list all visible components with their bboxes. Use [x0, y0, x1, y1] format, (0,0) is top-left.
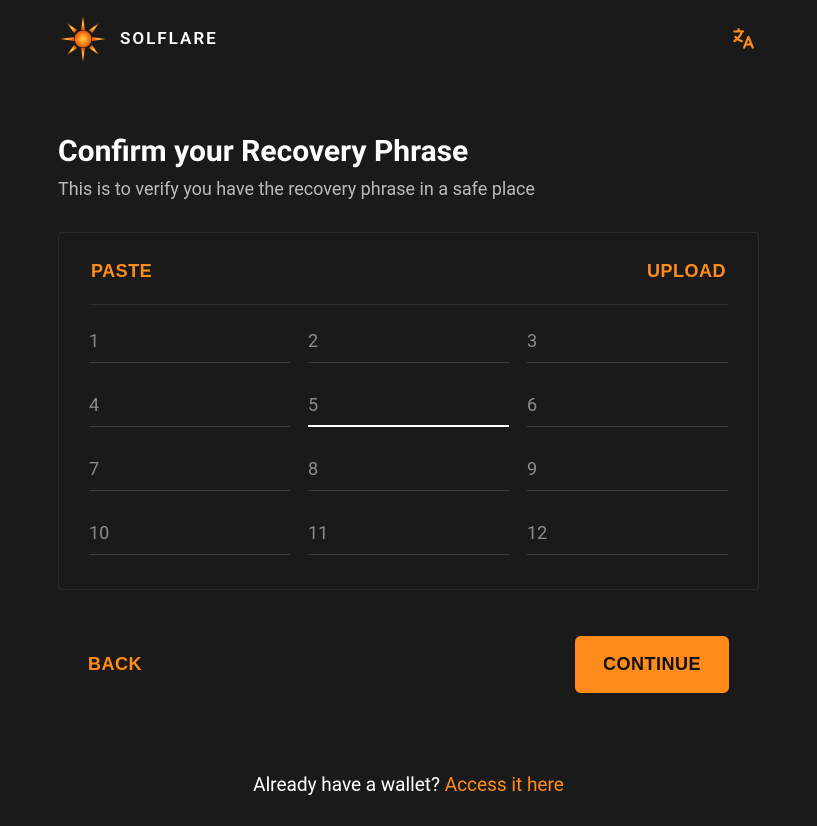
phrase-cell-9: 9 — [527, 455, 728, 491]
translate-icon — [730, 26, 756, 52]
app-header: SOLFLARE — [0, 0, 817, 62]
phrase-word-input-11[interactable] — [308, 519, 509, 554]
footer-prompt: Already have a wallet? — [253, 773, 445, 796]
phrase-cell-10: 10 — [89, 519, 290, 555]
phrase-cell-11: 11 — [308, 519, 509, 555]
phrase-word-input-9[interactable] — [527, 455, 728, 490]
phrase-word-input-10[interactable] — [89, 519, 290, 554]
access-wallet-link[interactable]: Access it here — [445, 773, 564, 796]
paste-button[interactable]: PASTE — [91, 261, 152, 282]
main-content: Confirm your Recovery Phrase This is to … — [0, 62, 817, 796]
solflare-logo-icon — [60, 16, 106, 62]
back-button[interactable]: BACK — [88, 654, 142, 675]
phrase-cell-6: 6 — [527, 391, 728, 427]
upload-button[interactable]: UPLOAD — [647, 261, 726, 282]
page-subtitle: This is to verify you have the recovery … — [58, 179, 759, 200]
phrase-word-input-6[interactable] — [527, 391, 728, 426]
phrase-cell-3: 3 — [527, 327, 728, 363]
phrase-cell-12: 12 — [527, 519, 728, 555]
phrase-word-input-5[interactable] — [308, 391, 509, 425]
card-actions: PASTE UPLOAD — [89, 261, 728, 305]
phrase-word-input-3[interactable] — [527, 327, 728, 362]
continue-button[interactable]: CONTINUE — [575, 636, 729, 693]
phrase-cell-8: 8 — [308, 455, 509, 491]
phrase-word-input-1[interactable] — [89, 327, 290, 362]
phrase-word-input-12[interactable] — [527, 519, 728, 554]
phrase-cell-2: 2 — [308, 327, 509, 363]
phrase-grid: 123456789101112 — [89, 327, 728, 555]
brand-logo[interactable]: SOLFLARE — [60, 16, 218, 62]
phrase-cell-1: 1 — [89, 327, 290, 363]
phrase-cell-4: 4 — [89, 391, 290, 427]
recovery-phrase-card: PASTE UPLOAD 123456789101112 — [58, 232, 759, 590]
footer-line: Already have a wallet? Access it here — [58, 773, 759, 796]
page-title: Confirm your Recovery Phrase — [58, 134, 759, 169]
phrase-word-input-2[interactable] — [308, 327, 509, 362]
phrase-word-input-4[interactable] — [89, 391, 290, 426]
phrase-word-input-7[interactable] — [89, 455, 290, 490]
phrase-cell-5: 5 — [308, 391, 509, 427]
brand-name: SOLFLARE — [120, 29, 218, 49]
language-button[interactable] — [729, 25, 757, 53]
nav-row: BACK CONTINUE — [58, 636, 759, 693]
phrase-word-input-8[interactable] — [308, 455, 509, 490]
phrase-cell-7: 7 — [89, 455, 290, 491]
